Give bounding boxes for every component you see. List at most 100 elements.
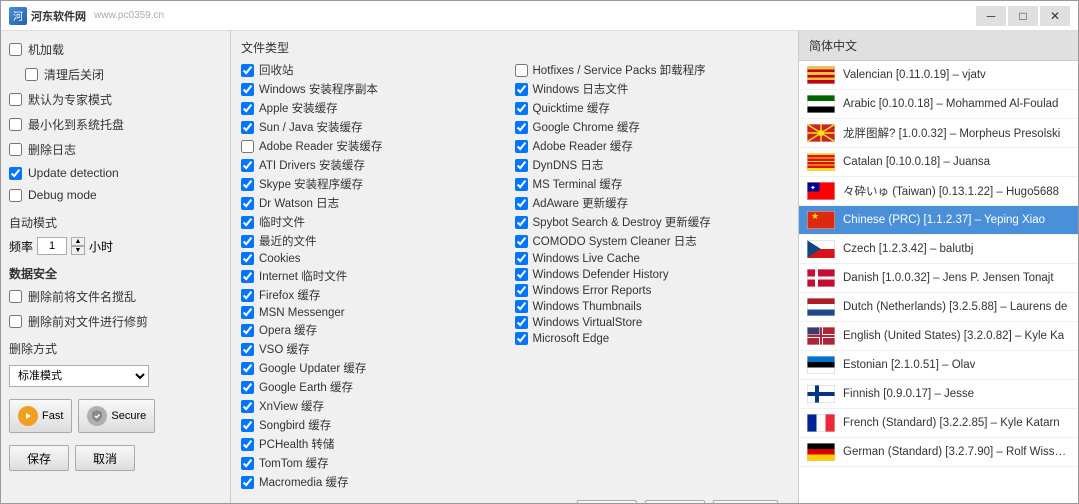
sidebar-item-debug-mode: Debug mode — [9, 186, 222, 204]
default-button[interactable]: 默认 — [577, 500, 637, 503]
checkbox-默认为专家模式[interactable] — [9, 93, 22, 106]
file-checkbox[interactable] — [515, 64, 528, 77]
list-item[interactable]: Czech [1.2.3.42] – balutbj — [799, 235, 1078, 264]
file-checkbox[interactable] — [515, 197, 528, 210]
list-item[interactable]: English (United States) [3.2.0.82] – Kyl… — [799, 322, 1078, 351]
maximize-button[interactable]: □ — [1008, 6, 1038, 26]
file-checkbox[interactable] — [515, 332, 528, 345]
list-item: Dr Watson 日志 — [241, 195, 515, 211]
file-checkbox[interactable] — [241, 159, 254, 172]
checkbox-最小化到系统托盘[interactable] — [9, 118, 22, 131]
file-checkbox[interactable] — [515, 235, 528, 248]
list-item: Internet 临时文件 — [241, 268, 515, 284]
file-checkbox[interactable] — [241, 457, 254, 470]
checkbox-debug-mode[interactable] — [9, 189, 22, 202]
list-item[interactable]: Arabic [0.10.0.18] – Mohammed Al-Foulad — [799, 90, 1078, 119]
fast-button[interactable]: Fast — [9, 399, 72, 433]
file-checkbox[interactable] — [241, 438, 254, 451]
checkbox-清理后关闭[interactable] — [25, 68, 38, 81]
file-checkbox[interactable] — [241, 362, 254, 375]
file-checkbox[interactable] — [515, 83, 528, 96]
file-checkbox[interactable] — [241, 419, 254, 432]
file-checkbox[interactable] — [515, 159, 528, 172]
file-checkbox[interactable] — [241, 216, 254, 229]
cancel-button[interactable]: 取消 — [75, 445, 135, 471]
list-item[interactable]: Finnish [0.9.0.17] – Jesse — [799, 380, 1078, 409]
delete-mode-dropdown[interactable]: 标准模式 安全模式 高级模式 — [9, 365, 149, 387]
select-all-button[interactable]: 全选 — [645, 500, 705, 503]
secure-label: Secure — [111, 410, 146, 422]
list-item[interactable]: Valencian [0.11.0.19] – vjatv — [799, 61, 1078, 90]
list-item[interactable]: 龙胖图解? [1.0.0.32] – Morpheus Presolski — [799, 119, 1078, 148]
list-item[interactable]: French (Standard) [3.2.2.85] – Kyle Kata… — [799, 409, 1078, 438]
file-checkbox[interactable] — [515, 316, 528, 329]
file-checkbox[interactable] — [241, 64, 254, 77]
brand-icon: 河 — [9, 7, 27, 25]
list-item[interactable]: Dutch (Netherlands) [3.2.5.88] – Laurens… — [799, 293, 1078, 322]
sidebar-item-删除日志: 删除日志 — [9, 139, 222, 160]
file-checkbox[interactable] — [241, 178, 254, 191]
file-checkbox[interactable] — [241, 400, 254, 413]
file-label: Opera 缓存 — [259, 322, 317, 338]
file-checkbox[interactable] — [515, 178, 528, 191]
title-bar-controls: ─ □ ✕ — [976, 6, 1070, 26]
file-checkbox[interactable] — [241, 306, 254, 319]
list-item[interactable]: ✦々砕いゅ (Taiwan) [0.13.1.22] – Hugo5688 — [799, 177, 1078, 206]
file-label: PCHealth 转储 — [259, 436, 334, 452]
label-搅乱: 删除前将文件名搅乱 — [28, 288, 136, 305]
freq-row: 频率 ▲ ▼ 小时 — [9, 237, 222, 255]
file-checkbox[interactable] — [241, 289, 254, 302]
list-item[interactable]: Danish [1.0.0.32] – Jens P. Jensen Tonaj… — [799, 264, 1078, 293]
list-item: Quicktime 缓存 — [515, 100, 789, 116]
file-checkbox[interactable] — [515, 121, 528, 134]
file-label: Songbird 缓存 — [259, 417, 331, 433]
checkbox-删除日志[interactable] — [9, 143, 22, 156]
uncheck-all-button[interactable]: Uncheck All — [713, 500, 778, 503]
file-label: Google Updater 缓存 — [259, 360, 366, 376]
list-item[interactable]: Estonian [2.1.0.51] – Olav — [799, 351, 1078, 380]
file-label: Hotfixes / Service Packs 卸载程序 — [533, 62, 706, 78]
file-checkbox[interactable] — [241, 102, 254, 115]
close-button[interactable]: ✕ — [1040, 6, 1070, 26]
file-checkbox[interactable] — [241, 324, 254, 337]
file-checkbox[interactable] — [515, 140, 528, 153]
file-label: Firefox 缓存 — [259, 287, 320, 303]
file-checkbox[interactable] — [241, 140, 254, 153]
checkbox-机加载[interactable] — [9, 43, 22, 56]
file-checkbox[interactable] — [515, 216, 528, 229]
freq-spinner: ▲ ▼ — [71, 237, 85, 255]
list-item: XnView 缓存 — [241, 398, 515, 414]
freq-input[interactable] — [37, 237, 67, 255]
data-security-label: 数据安全 — [9, 265, 222, 282]
list-item[interactable]: German (Standard) [3.2.7.90] – Rolf Wiss… — [799, 438, 1078, 467]
checkbox-update-detection[interactable] — [9, 167, 22, 180]
file-checkbox[interactable] — [515, 268, 528, 281]
file-checkbox[interactable] — [241, 83, 254, 96]
list-item[interactable]: Catalan [0.10.0.18] – Juansa — [799, 148, 1078, 177]
file-checkbox[interactable] — [515, 284, 528, 297]
list-item[interactable]: ★Chinese (PRC) [1.1.2.37] – Yeping Xiao — [799, 206, 1078, 235]
file-checkbox[interactable] — [515, 300, 528, 313]
file-checkbox[interactable] — [515, 252, 528, 265]
flag-icon — [807, 66, 835, 84]
file-checkbox[interactable] — [515, 102, 528, 115]
file-checkbox[interactable] — [241, 343, 254, 356]
freq-down-button[interactable]: ▼ — [71, 246, 85, 255]
file-checkbox[interactable] — [241, 381, 254, 394]
save-button[interactable]: 保存 — [9, 445, 69, 471]
freq-up-button[interactable]: ▲ — [71, 237, 85, 246]
file-checkbox[interactable] — [241, 252, 254, 265]
file-checkbox[interactable] — [241, 121, 254, 134]
checkbox-修剪[interactable] — [9, 315, 22, 328]
list-item: Adobe Reader 缓存 — [515, 138, 789, 154]
file-label: Windows 安装程序副本 — [259, 81, 378, 97]
minimize-button[interactable]: ─ — [976, 6, 1006, 26]
file-checkbox[interactable] — [241, 197, 254, 210]
file-checkbox[interactable] — [241, 235, 254, 248]
list-item: DynDNS 日志 — [515, 157, 789, 173]
file-checkbox[interactable] — [241, 476, 254, 489]
secure-button[interactable]: Secure — [78, 399, 155, 433]
file-checkbox[interactable] — [241, 270, 254, 283]
checkbox-搅乱[interactable] — [9, 290, 22, 303]
list-item: Google Earth 缓存 — [241, 379, 515, 395]
